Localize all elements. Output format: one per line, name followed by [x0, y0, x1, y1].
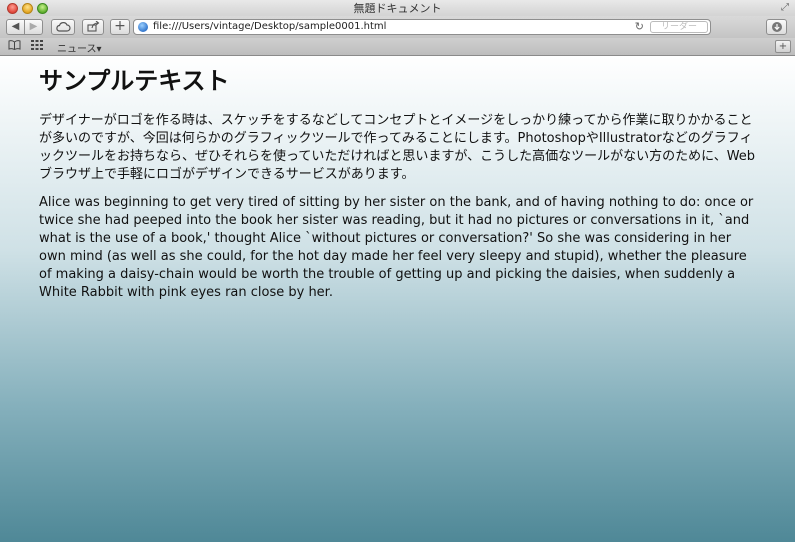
download-icon [771, 22, 782, 32]
forward-button[interactable]: ▶ [24, 19, 43, 35]
title-bar: 無題ドキュメント ⤢ [0, 0, 795, 16]
new-tab-button[interactable]: + [110, 19, 130, 35]
downloads-button[interactable] [766, 19, 787, 35]
toolbar: ◀ ▶ + file:///Users/vintage/Desktop/samp… [0, 16, 795, 38]
page-content: サンプルテキスト デザイナーがロゴを作る時は、スケッチをするなどしてコンセプトと… [0, 56, 795, 542]
reload-icon[interactable]: ↻ [635, 20, 644, 34]
add-tab-plus-icon[interactable]: + [775, 40, 791, 53]
fullscreen-icon[interactable]: ⤢ [781, 2, 789, 14]
globe-icon [138, 22, 148, 32]
paragraph-japanese: デザイナーがロゴを作る時は、スケッチをするなどしてコンセプトとイメージをしっかり… [39, 113, 756, 182]
zoom-window-icon[interactable] [37, 3, 48, 14]
icloud-tabs-button[interactable] [51, 19, 75, 35]
address-bar[interactable]: file:///Users/vintage/Desktop/sample0001… [133, 19, 711, 35]
share-button[interactable] [82, 19, 104, 35]
paragraph-english: Alice was beginning to get very tired of… [39, 195, 754, 300]
bookmark-news[interactable]: ニュース▾ [57, 40, 102, 55]
browser-window: 無題ドキュメント ⤢ ◀ ▶ + file:///Users/vintage/D… [0, 0, 795, 542]
reader-button[interactable]: リーダー [650, 21, 708, 33]
bookmarks-bar: ニュース▾ + [0, 38, 795, 56]
window-title: 無題ドキュメント [353, 2, 442, 15]
book-icon[interactable] [8, 40, 21, 53]
page-heading: サンプルテキスト [39, 67, 230, 95]
share-icon [86, 20, 99, 32]
back-button[interactable]: ◀ [6, 19, 25, 35]
cloud-icon [56, 22, 71, 32]
top-sites-grid-icon[interactable] [31, 40, 43, 53]
close-window-icon[interactable] [7, 3, 18, 14]
minimize-window-icon[interactable] [22, 3, 33, 14]
url-text[interactable]: file:///Users/vintage/Desktop/sample0001… [153, 20, 386, 34]
